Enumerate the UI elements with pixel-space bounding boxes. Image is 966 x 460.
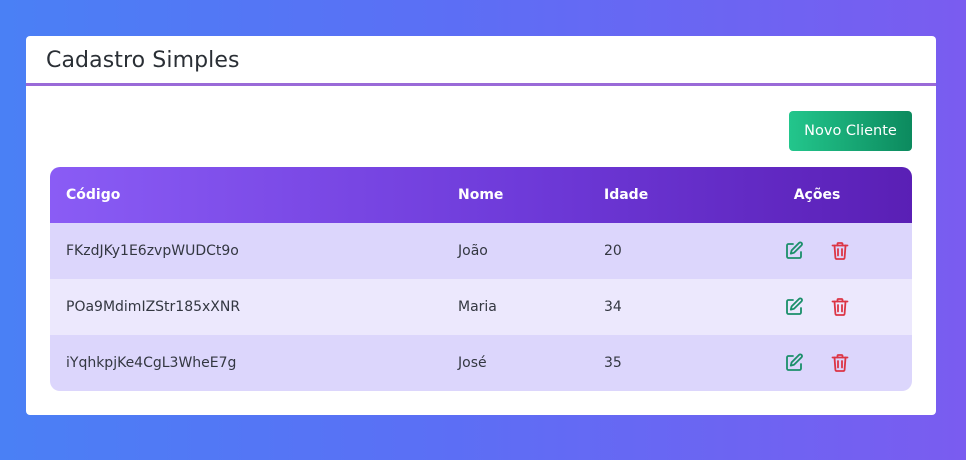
cell-age: 34 xyxy=(604,299,622,315)
cell-actions xyxy=(722,335,912,391)
cell-code: iYqhkpjKe4CgL3WheE7g xyxy=(66,355,237,371)
column-header-code: Código xyxy=(66,187,121,203)
page-title: Cadastro Simples xyxy=(46,48,240,73)
cell-name: Maria xyxy=(458,299,497,315)
edit-icon[interactable] xyxy=(783,352,805,374)
trash-icon[interactable] xyxy=(829,296,851,318)
table-header: Código Nome Idade Ações xyxy=(50,167,912,223)
table-body: FKzdJKy1E6zvpWUDCt9o João 20 POa9MdimIZS… xyxy=(50,223,912,391)
card-header: Cadastro Simples xyxy=(26,36,936,86)
table-row: iYqhkpjKe4CgL3WheE7g José 35 xyxy=(50,335,912,391)
table-row: POa9MdimIZStr185xXNR Maria 34 xyxy=(50,279,912,335)
column-header-actions: Ações xyxy=(793,187,841,203)
column-header-age: Idade xyxy=(604,187,649,203)
cell-age: 35 xyxy=(604,355,622,371)
cell-actions xyxy=(722,279,912,335)
cell-name: João xyxy=(458,243,488,259)
table-row: FKzdJKy1E6zvpWUDCt9o João 20 xyxy=(50,223,912,279)
cell-code: FKzdJKy1E6zvpWUDCt9o xyxy=(66,243,239,259)
trash-icon[interactable] xyxy=(829,352,851,374)
new-client-button[interactable]: Novo Cliente xyxy=(789,111,912,151)
clients-table: Código Nome Idade Ações FKzdJKy1E6zvpWUD… xyxy=(50,167,912,391)
table-header-row: Código Nome Idade Ações xyxy=(50,167,912,223)
column-header-name: Nome xyxy=(458,187,504,203)
cell-name: José xyxy=(458,355,487,371)
edit-icon[interactable] xyxy=(783,296,805,318)
cell-actions xyxy=(722,223,912,279)
cell-age: 20 xyxy=(604,243,622,259)
edit-icon[interactable] xyxy=(783,240,805,262)
clients-table-wrapper: Código Nome Idade Ações FKzdJKy1E6zvpWUD… xyxy=(50,167,912,391)
cell-code: POa9MdimIZStr185xXNR xyxy=(66,299,241,315)
trash-icon[interactable] xyxy=(829,240,851,262)
main-card: Cadastro Simples Novo Cliente Código Nom… xyxy=(26,36,936,415)
